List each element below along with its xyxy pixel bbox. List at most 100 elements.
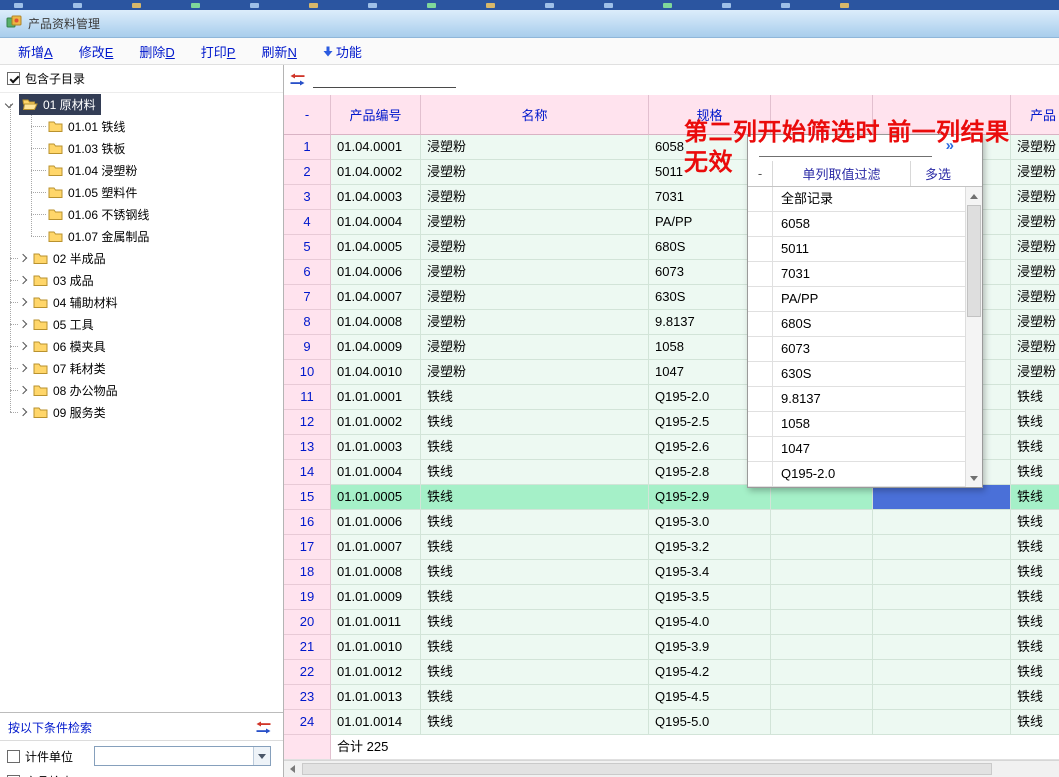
table-cell[interactable]: Q195-3.0 <box>649 510 771 535</box>
table-cell[interactable]: 铁线 <box>1011 710 1059 735</box>
table-cell[interactable]: 铁线 <box>421 535 649 560</box>
tree-item[interactable]: 01.07 金属制品 <box>0 225 283 247</box>
refresh-button[interactable]: 刷新N <box>261 42 296 61</box>
include-subfolders-checkbox[interactable] <box>7 72 20 85</box>
filter-option[interactable]: 6058 <box>748 212 965 237</box>
scroll-left-button[interactable] <box>284 761 301 777</box>
row-number-cell[interactable]: 21 <box>284 635 331 660</box>
chevron-right-icon[interactable] <box>18 253 28 263</box>
table-cell[interactable]: 铁线 <box>1011 585 1059 610</box>
table-cell[interactable]: 01.01.0005 <box>331 485 421 510</box>
row-number-cell[interactable]: 22 <box>284 660 331 685</box>
chevron-right-icon[interactable] <box>18 319 28 329</box>
table-cell[interactable]: 铁线 <box>1011 485 1059 510</box>
table-cell[interactable]: 浸塑粉 <box>1011 310 1059 335</box>
table-cell[interactable]: 铁线 <box>1011 510 1059 535</box>
table-cell[interactable]: 铁线 <box>1011 385 1059 410</box>
selected-cell[interactable] <box>873 485 1011 510</box>
table-cell[interactable] <box>771 660 873 685</box>
table-cell[interactable]: 浸塑粉 <box>421 260 649 285</box>
row-number-cell[interactable]: 14 <box>284 460 331 485</box>
table-cell[interactable]: Q195-3.4 <box>649 560 771 585</box>
table-cell[interactable]: 01.04.0001 <box>331 135 421 160</box>
table-cell[interactable]: 01.04.0004 <box>331 210 421 235</box>
table-cell[interactable] <box>771 610 873 635</box>
popup-vertical-scrollbar[interactable] <box>965 187 982 487</box>
horizontal-scrollbar[interactable] <box>284 760 1059 777</box>
table-cell[interactable]: 01.01.0014 <box>331 710 421 735</box>
row-number-cell[interactable]: 11 <box>284 385 331 410</box>
table-cell[interactable]: 浸塑粉 <box>421 160 649 185</box>
table-cell[interactable]: Q195-5.0 <box>649 710 771 735</box>
table-cell[interactable]: 铁线 <box>421 560 649 585</box>
table-cell[interactable]: 浸塑粉 <box>1011 335 1059 360</box>
table-cell[interactable]: 浸塑粉 <box>1011 260 1059 285</box>
table-cell[interactable] <box>873 560 1011 585</box>
table-cell[interactable] <box>873 585 1011 610</box>
table-cell[interactable]: 浸塑粉 <box>1011 360 1059 385</box>
filter-option[interactable]: 5011 <box>748 237 965 262</box>
table-cell[interactable] <box>873 535 1011 560</box>
table-cell[interactable]: 铁线 <box>421 610 649 635</box>
filter-option[interactable]: 630S <box>748 362 965 387</box>
print-button[interactable]: 打印P <box>201 42 236 61</box>
row-number-cell[interactable]: 19 <box>284 585 331 610</box>
table-cell[interactable]: Q195-2.9 <box>649 485 771 510</box>
table-cell[interactable] <box>771 710 873 735</box>
row-number-cell[interactable]: 13 <box>284 435 331 460</box>
table-cell[interactable]: 铁线 <box>1011 435 1059 460</box>
table-cell[interactable]: 铁线 <box>421 660 649 685</box>
add-button[interactable]: 新增A <box>18 42 53 61</box>
table-cell[interactable]: 01.04.0010 <box>331 360 421 385</box>
table-cell[interactable] <box>771 510 873 535</box>
swap-arrows-icon[interactable] <box>256 721 271 734</box>
delete-button[interactable]: 删除D <box>139 42 174 61</box>
table-cell[interactable]: 01.04.0005 <box>331 235 421 260</box>
table-cell[interactable]: 浸塑粉 <box>421 210 649 235</box>
tree-item[interactable]: 04 辅助材料 <box>0 291 283 313</box>
tree-item[interactable]: 01.01 铁线 <box>0 115 283 137</box>
table-cell[interactable]: 01.01.0009 <box>331 585 421 610</box>
table-cell[interactable] <box>771 685 873 710</box>
table-cell[interactable]: 铁线 <box>421 435 649 460</box>
tree-item[interactable]: 01 原材料 <box>0 93 283 115</box>
table-cell[interactable]: 铁线 <box>421 685 649 710</box>
filter-option[interactable]: Q195-2.0 <box>748 462 965 487</box>
row-number-cell[interactable]: 8 <box>284 310 331 335</box>
table-cell[interactable]: 01.01.0001 <box>331 385 421 410</box>
tree-item[interactable]: 05 工具 <box>0 313 283 335</box>
table-cell[interactable]: 01.01.0013 <box>331 685 421 710</box>
row-number-cell[interactable]: 24 <box>284 710 331 735</box>
table-cell[interactable]: 01.04.0008 <box>331 310 421 335</box>
row-number-cell[interactable]: 18 <box>284 560 331 585</box>
table-cell[interactable] <box>873 685 1011 710</box>
table-cell[interactable] <box>771 535 873 560</box>
table-cell[interactable] <box>873 660 1011 685</box>
table-cell[interactable]: 01.01.0002 <box>331 410 421 435</box>
table-cell[interactable]: 浸塑粉 <box>421 335 649 360</box>
tree-item[interactable]: 02 半成品 <box>0 247 283 269</box>
popup-scrollbar-thumb[interactable] <box>967 205 981 317</box>
table-cell[interactable]: Q195-4.0 <box>649 610 771 635</box>
chevron-down-icon[interactable] <box>4 99 14 109</box>
filter-option[interactable]: 全部记录 <box>748 187 965 212</box>
row-number-cell[interactable]: 10 <box>284 360 331 385</box>
row-number-cell[interactable]: 12 <box>284 410 331 435</box>
row-number-cell[interactable]: 3 <box>284 185 331 210</box>
table-cell[interactable] <box>873 610 1011 635</box>
table-cell[interactable]: 浸塑粉 <box>1011 285 1059 310</box>
chevron-right-icon[interactable] <box>18 341 28 351</box>
table-cell[interactable]: 铁线 <box>1011 635 1059 660</box>
table-cell[interactable] <box>771 560 873 585</box>
row-number-cell[interactable]: 20 <box>284 610 331 635</box>
tree-item[interactable]: 01.03 铁板 <box>0 137 283 159</box>
table-cell[interactable]: 铁线 <box>421 460 649 485</box>
row-number-cell[interactable]: 4 <box>284 210 331 235</box>
table-cell[interactable]: 浸塑粉 <box>1011 235 1059 260</box>
table-cell[interactable]: 01.01.0010 <box>331 635 421 660</box>
table-cell[interactable]: 铁线 <box>1011 460 1059 485</box>
table-cell[interactable]: 01.01.0003 <box>331 435 421 460</box>
table-cell[interactable]: 01.01.0007 <box>331 535 421 560</box>
column-header[interactable]: - <box>284 95 331 135</box>
table-cell[interactable]: 浸塑粉 <box>421 185 649 210</box>
